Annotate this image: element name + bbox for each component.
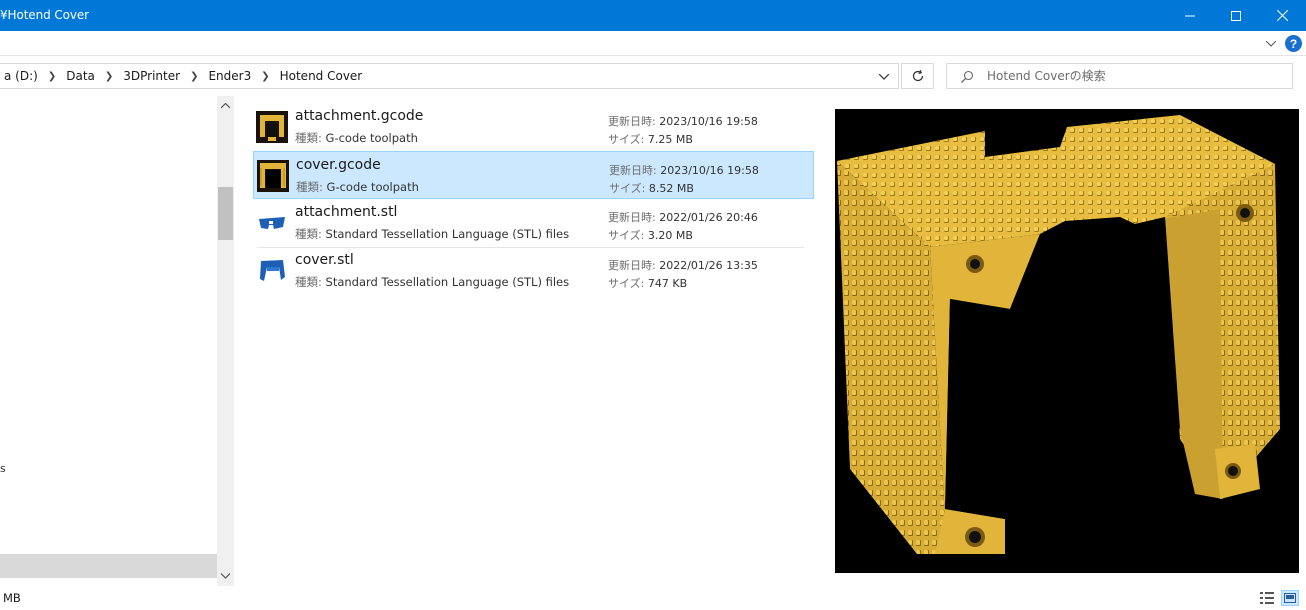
breadcrumb-ender3[interactable]: Ender3 xyxy=(204,69,255,83)
file-name[interactable]: attachment.gcode xyxy=(295,108,423,124)
status-bar: MB xyxy=(0,586,1306,610)
chevron-up-icon xyxy=(221,103,230,109)
scroll-up-button[interactable] xyxy=(217,96,234,116)
refresh-icon xyxy=(912,69,923,82)
file-size: サイズ: 3.20 MB xyxy=(608,229,693,242)
chevron-down-icon xyxy=(879,74,889,80)
file-size: サイズ: 8.52 MB xyxy=(609,182,694,195)
refresh-button[interactable] xyxy=(901,63,934,89)
file-modified: 更新日時: 2022/01/26 20:46 xyxy=(608,211,758,224)
status-text: MB xyxy=(3,591,21,605)
window-title: ¥Hotend Cover xyxy=(0,8,89,22)
breadcrumb: a (D:) ❯ Data ❯ 3DPrinter ❯ Ender3 ❯ Hot… xyxy=(0,69,366,83)
breadcrumb-hotend-cover[interactable]: Hotend Cover xyxy=(276,69,367,83)
maximize-icon xyxy=(1231,10,1241,21)
scroll-down-button[interactable] xyxy=(217,566,234,586)
file-type: 種類: G-code toolpath xyxy=(296,180,419,194)
ribbon-bar: ? xyxy=(0,31,1306,56)
minimize-icon xyxy=(1185,15,1195,16)
file-type: 種類: Standard Tessellation Language (STL)… xyxy=(295,275,570,289)
close-icon xyxy=(1276,10,1288,21)
chevron-down-icon xyxy=(221,573,230,579)
file-meta: 更新日時: 2023/10/16 19:58 サイズ: 7.25 MB xyxy=(608,113,758,149)
gcode-thumbnail-icon xyxy=(257,160,289,192)
navigation-pane: s xyxy=(0,96,235,586)
file-name[interactable]: attachment.stl xyxy=(295,204,397,220)
file-meta: 更新日時: 2023/10/16 19:58 サイズ: 8.52 MB xyxy=(609,162,759,198)
file-type: 種類: G-code toolpath xyxy=(295,131,418,145)
hotend-cover-preview-image xyxy=(837,115,1280,554)
file-size: サイズ: 747 KB xyxy=(608,277,688,290)
details-view-icon[interactable] xyxy=(1259,590,1275,606)
nav-scrollbar[interactable] xyxy=(217,96,234,586)
title-bar: ¥Hotend Cover xyxy=(0,0,1306,31)
scrollbar-thumb[interactable] xyxy=(218,187,233,240)
file-name[interactable]: cover.stl xyxy=(295,252,354,268)
nav-item-selected[interactable] xyxy=(0,554,217,578)
expand-ribbon-button[interactable] xyxy=(1262,35,1280,53)
stl-thumbnail-icon xyxy=(259,217,285,229)
search-box[interactable] xyxy=(946,63,1293,89)
address-bar[interactable]: a (D:) ❯ Data ❯ 3DPrinter ❯ Ender3 ❯ Hot… xyxy=(0,63,899,89)
file-type: 種類: Standard Tessellation Language (STL)… xyxy=(295,227,570,241)
chevron-down-icon xyxy=(1266,41,1276,47)
file-row[interactable]: cover.stl 種類: Standard Tessellation Lang… xyxy=(253,247,814,295)
search-icon xyxy=(961,70,974,83)
close-button[interactable] xyxy=(1259,0,1305,31)
breadcrumb-3dprinter[interactable]: 3DPrinter xyxy=(119,69,184,83)
help-icon[interactable]: ? xyxy=(1285,35,1302,52)
chevron-right-icon[interactable]: ❯ xyxy=(99,71,119,82)
preview-pane xyxy=(835,109,1299,573)
file-modified: 更新日時: 2023/10/16 19:58 xyxy=(609,164,759,177)
chevron-right-icon[interactable]: ❯ xyxy=(255,71,275,82)
breadcrumb-data[interactable]: Data xyxy=(62,69,99,83)
file-size: サイズ: 7.25 MB xyxy=(608,133,693,146)
minimize-button[interactable] xyxy=(1167,0,1213,31)
address-row: a (D:) ❯ Data ❯ 3DPrinter ❯ Ender3 ❯ Hot… xyxy=(0,56,1306,96)
file-name[interactable]: cover.gcode xyxy=(296,157,381,173)
maximize-button[interactable] xyxy=(1213,0,1259,31)
file-row[interactable]: attachment.gcode 種類: G-code toolpath 更新日… xyxy=(253,103,814,151)
file-modified: 更新日時: 2022/01/26 13:35 xyxy=(608,259,758,272)
chevron-right-icon[interactable]: ❯ xyxy=(184,71,204,82)
breadcrumb-drive[interactable]: a (D:) xyxy=(0,69,42,83)
large-icons-view-button[interactable] xyxy=(1281,590,1299,606)
file-meta: 更新日時: 2022/01/26 20:46 サイズ: 3.20 MB xyxy=(608,209,758,245)
nav-item[interactable]: s xyxy=(0,462,6,475)
file-list: attachment.gcode 種類: G-code toolpath 更新日… xyxy=(248,103,816,583)
file-row-selected[interactable]: cover.gcode 種類: G-code toolpath 更新日時: 20… xyxy=(253,151,814,199)
large-icons-view-icon xyxy=(1284,593,1296,603)
chevron-right-icon[interactable]: ❯ xyxy=(42,71,62,82)
stl-thumbnail-icon xyxy=(260,260,285,281)
address-history-dropdown[interactable] xyxy=(873,68,895,86)
gcode-thumbnail-icon xyxy=(256,111,288,143)
search-input[interactable] xyxy=(987,67,1287,85)
file-modified: 更新日時: 2023/10/16 19:58 xyxy=(608,115,758,128)
file-meta: 更新日時: 2022/01/26 13:35 サイズ: 747 KB xyxy=(608,257,758,293)
file-row[interactable]: attachment.stl 種類: Standard Tessellation… xyxy=(253,199,814,248)
